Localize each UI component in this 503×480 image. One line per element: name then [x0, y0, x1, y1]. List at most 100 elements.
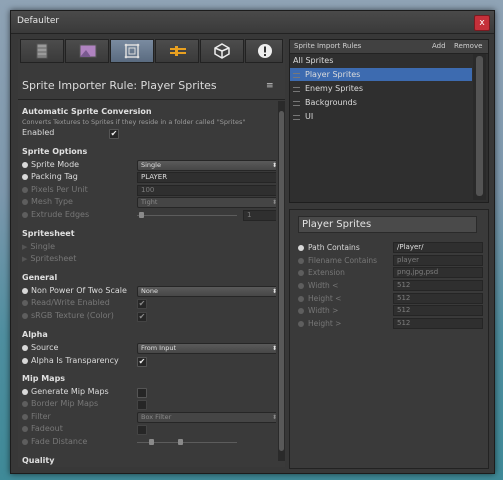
extrude-edges-slider[interactable]	[137, 215, 237, 216]
srgb-checkbox[interactable]: ✔	[137, 312, 147, 322]
rule-item-player-sprites[interactable]: Player Sprites	[290, 68, 472, 81]
unity-icon	[214, 43, 230, 59]
filename-contains-label[interactable]: Filename Contains	[298, 256, 377, 265]
override-radio[interactable]	[22, 400, 28, 407]
texture-tab[interactable]	[20, 39, 64, 63]
add-rule-button[interactable]: Add	[432, 42, 446, 50]
width-greater-label[interactable]: Width >	[298, 306, 338, 315]
filter-radio[interactable]	[298, 283, 304, 289]
override-radio[interactable]	[22, 299, 28, 306]
filter-radio[interactable]	[298, 258, 304, 264]
filter-radio[interactable]	[298, 321, 304, 327]
rule-item-backgrounds[interactable]: Backgrounds	[290, 96, 472, 109]
alpha-source-label[interactable]: Source	[22, 343, 58, 352]
vertical-scrollbar[interactable]	[278, 101, 285, 461]
width-greater-input[interactable]: 512	[393, 305, 483, 316]
height-less-label[interactable]: Height <	[298, 294, 341, 303]
rule-item-enemy-sprites[interactable]: Enemy Sprites	[290, 82, 472, 95]
generate-mip-maps-checkbox[interactable]	[137, 388, 147, 398]
scrollbar-thumb[interactable]	[476, 56, 483, 196]
rule-name-field[interactable]: Player Sprites	[298, 216, 477, 233]
drag-handle-icon[interactable]	[293, 101, 300, 106]
override-radio[interactable]	[22, 357, 28, 364]
enabled-checkbox[interactable]: ✔	[109, 129, 119, 139]
filter-radio[interactable]	[298, 308, 304, 314]
alpha-heading: Alpha	[22, 330, 48, 339]
fadeout-label[interactable]: Fadeout	[22, 424, 63, 433]
override-radio[interactable]	[22, 413, 28, 420]
drag-handle-icon[interactable]	[293, 73, 300, 78]
srgb-label[interactable]: sRGB Texture (Color)	[22, 311, 114, 320]
filename-contains-input[interactable]: player	[393, 255, 483, 266]
pixels-per-unit-input[interactable]: 100	[137, 185, 276, 196]
fade-distance-label[interactable]: Fade Distance	[22, 437, 87, 446]
close-button[interactable]: x	[474, 15, 490, 31]
filter-radio[interactable]	[298, 296, 304, 302]
read-write-label[interactable]: Read/Write Enabled	[22, 298, 110, 307]
override-radio[interactable]	[22, 211, 28, 218]
extrude-edges-input[interactable]: 1	[243, 210, 276, 221]
height-greater-input[interactable]: 512	[393, 318, 483, 329]
path-contains-label[interactable]: Path Contains	[298, 243, 360, 252]
filter-dropdown[interactable]: Box Filter ⬍	[137, 412, 276, 423]
extension-input[interactable]: png,jpg,psd	[393, 267, 483, 278]
override-radio[interactable]	[22, 198, 28, 205]
alpha-source-dropdown[interactable]: From Input ⬍	[137, 343, 276, 354]
border-mip-maps-label[interactable]: Border Mip Maps	[22, 399, 98, 408]
pixels-per-unit-label[interactable]: Pixels Per Unit	[22, 185, 88, 194]
slider-knob[interactable]	[178, 439, 183, 445]
rule-item-all-sprites[interactable]: All Sprites	[290, 54, 472, 67]
path-contains-input[interactable]: /Player/	[393, 242, 483, 253]
scrollbar-thumb[interactable]	[279, 111, 284, 451]
override-radio[interactable]	[22, 425, 28, 432]
npot-label[interactable]: Non Power Of Two Scale	[22, 286, 127, 295]
filter-radio[interactable]	[298, 270, 304, 276]
alert-tab[interactable]	[245, 39, 283, 63]
override-radio[interactable]	[22, 287, 28, 294]
width-less-input[interactable]: 512	[393, 280, 483, 291]
title-bar[interactable]: Defaulter x	[11, 11, 494, 34]
border-mip-maps-checkbox[interactable]	[137, 400, 147, 410]
sprite-options-heading: Sprite Options	[22, 147, 88, 156]
override-radio[interactable]	[22, 312, 28, 319]
override-radio[interactable]	[22, 186, 28, 193]
alpha-transparency-checkbox[interactable]: ✔	[137, 357, 147, 367]
mesh-type-dropdown[interactable]: Tight ⬍	[137, 197, 276, 208]
fadeout-checkbox[interactable]	[137, 425, 147, 435]
override-radio[interactable]	[22, 344, 28, 351]
filter-label[interactable]: Filter	[22, 412, 51, 421]
rules-list-scrollbar[interactable]	[473, 54, 486, 200]
slider-knob[interactable]	[139, 212, 144, 218]
drag-handle-icon[interactable]	[293, 115, 300, 120]
rule-item-ui[interactable]: UI	[290, 110, 472, 123]
spritesheet-foldout[interactable]: ▶ Spritesheet	[22, 254, 76, 263]
sprite-mode-label[interactable]: Sprite Mode	[22, 160, 79, 169]
image-tab[interactable]	[65, 39, 109, 63]
rule-menu-icon[interactable]: ≡	[266, 81, 274, 91]
packing-tag-input[interactable]: PLAYER	[137, 172, 276, 183]
override-radio[interactable]	[22, 388, 28, 395]
height-less-input[interactable]: 512	[393, 293, 483, 304]
filter-radio[interactable]	[298, 245, 304, 251]
mesh-type-label[interactable]: Mesh Type	[22, 197, 73, 206]
extrude-edges-label[interactable]: Extrude Edges	[22, 210, 89, 219]
override-radio[interactable]	[22, 438, 28, 445]
sprite-tab[interactable]	[110, 39, 154, 63]
override-radio[interactable]	[22, 161, 28, 168]
audio-tab[interactable]	[155, 39, 199, 63]
generate-mip-maps-label[interactable]: Generate Mip Maps	[22, 387, 109, 396]
remove-rule-button[interactable]: Remove	[454, 42, 482, 50]
single-foldout[interactable]: ▶ Single	[22, 242, 55, 251]
sprite-mode-dropdown[interactable]: Single ⬍	[137, 160, 276, 171]
slider-knob[interactable]	[149, 439, 154, 445]
npot-dropdown[interactable]: None ⬍	[137, 286, 276, 297]
unity-tab[interactable]	[200, 39, 244, 63]
drag-handle-icon[interactable]	[293, 87, 300, 92]
read-write-checkbox[interactable]: ✔	[137, 299, 147, 309]
packing-tag-label[interactable]: Packing Tag	[22, 172, 78, 181]
extension-label[interactable]: Extension	[298, 268, 345, 277]
height-greater-label[interactable]: Height >	[298, 319, 341, 328]
width-less-label[interactable]: Width <	[298, 281, 338, 290]
alpha-transparency-label[interactable]: Alpha Is Transparency	[22, 356, 119, 365]
override-radio[interactable]	[22, 173, 28, 180]
